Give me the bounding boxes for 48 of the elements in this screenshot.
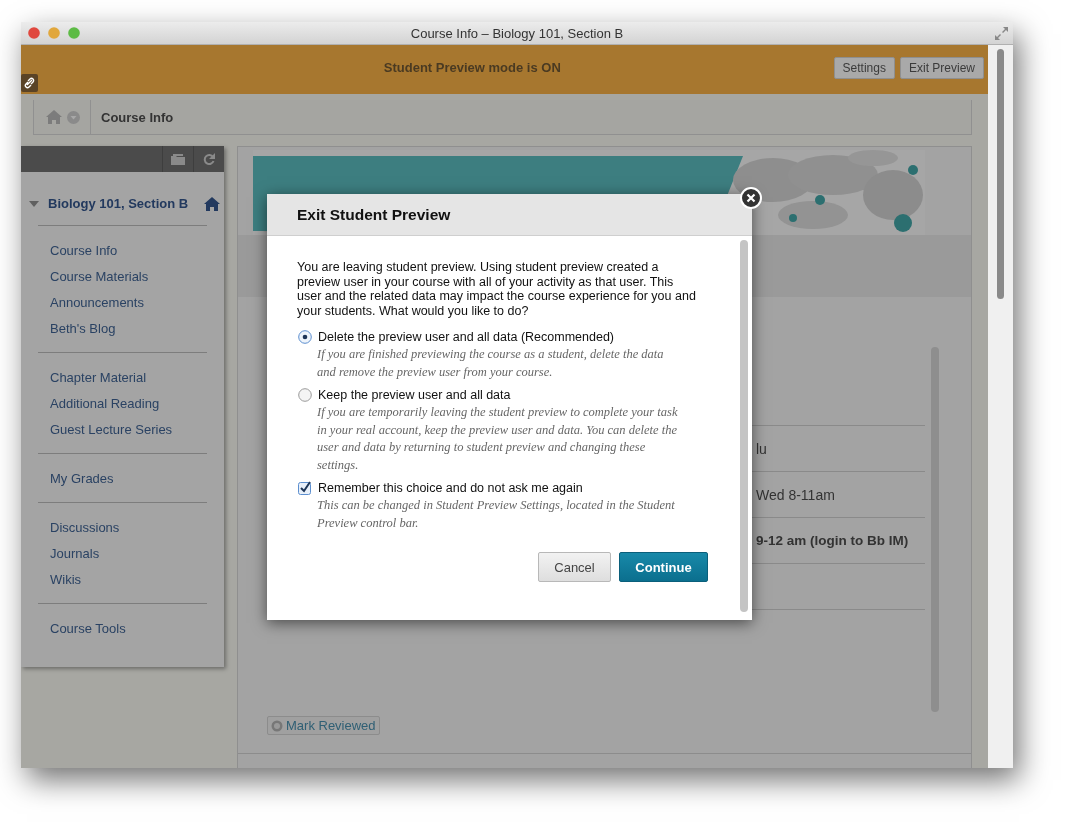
course-menu-link[interactable]: Additional Reading [38, 391, 160, 417]
option-description: This can be changed in Student Preview Settings, located in the Student Preview control bar. [317, 497, 676, 532]
cancel-button[interactable]: Cancel [538, 552, 611, 583]
checkbox[interactable] [298, 481, 312, 496]
course-menu-link[interactable]: Course Info [38, 238, 118, 264]
course-menu-link[interactable]: Beth's Blog [38, 316, 116, 342]
checkbox-label[interactable]: Remember this choice and do not ask me again [318, 481, 583, 496]
fullscreen-icon[interactable] [995, 26, 1008, 40]
option-description: If you are temporarily leaving the student preview to complete your task in your real account, keep the preview user and data. You can delete the user and data by returning to student preview and changing these settings. [317, 404, 679, 474]
window-title: Course Info – Biology 101, Section B [410, 25, 624, 41]
course-menu-link[interactable]: Wikis [38, 567, 82, 593]
folder-icon[interactable] [171, 153, 185, 165]
zoom-window-button[interactable] [68, 27, 80, 39]
dropdown-icon[interactable] [67, 110, 80, 124]
radio-label[interactable]: Delete the preview user and all data (Recommended) [318, 330, 614, 345]
scrollbar[interactable] [740, 240, 748, 612]
radio-button[interactable] [298, 330, 312, 345]
scrollbar-thumb[interactable] [997, 49, 1004, 299]
option-description: If you are finished previewing the course as a student, delete the data and remove the preview user from your course. [317, 346, 665, 381]
radio-button[interactable] [298, 388, 312, 403]
info-text: lu [756, 440, 767, 457]
link-icon[interactable] [21, 74, 38, 93]
course-title[interactable]: Biology 101, Section B [48, 196, 195, 211]
breadcrumb-current: Course Info [100, 109, 174, 125]
course-menu-link[interactable]: Course Tools [38, 616, 126, 642]
continue-button[interactable]: Continue [619, 552, 708, 583]
course-menu-link[interactable]: Chapter Material [38, 365, 147, 391]
radio-label[interactable]: Keep the preview user and all data [318, 388, 511, 403]
preview-bar-button[interactable]: Exit Preview [899, 56, 984, 79]
home-icon[interactable] [204, 196, 220, 211]
close-window-button[interactable] [28, 27, 40, 39]
info-text: Wed 8-11am [756, 486, 835, 503]
circle-icon [271, 719, 283, 732]
dialog-message: You are leaving student preview. Using student preview created a preview user in your course with all of your activity as that user. This user and the related data may impact the course experience for you and your students. What would you like to do? [297, 260, 697, 319]
course-menu-link[interactable]: My Grades [38, 466, 114, 492]
minimize-window-button[interactable] [48, 27, 60, 39]
refresh-icon[interactable] [203, 153, 215, 165]
course-menu-link[interactable]: Course Materials [38, 264, 149, 290]
course-menu-link[interactable]: Announcements [38, 290, 144, 316]
preview-bar-button[interactable]: Settings [833, 56, 895, 79]
dialog-title: Exit Student Preview [297, 205, 451, 224]
mark-reviewed-button[interactable]: Mark Reviewed [267, 716, 380, 735]
course-menu-link[interactable]: Guest Lecture Series [38, 417, 173, 443]
info-text: 9-12 am (login to Bb IM) [756, 533, 909, 548]
collapse-triangle-icon[interactable] [29, 200, 39, 207]
course-menu-link[interactable]: Journals [38, 541, 100, 567]
preview-mode-message: Student Preview mode is ON [382, 60, 562, 76]
course-menu-link[interactable]: Discussions [38, 515, 120, 541]
